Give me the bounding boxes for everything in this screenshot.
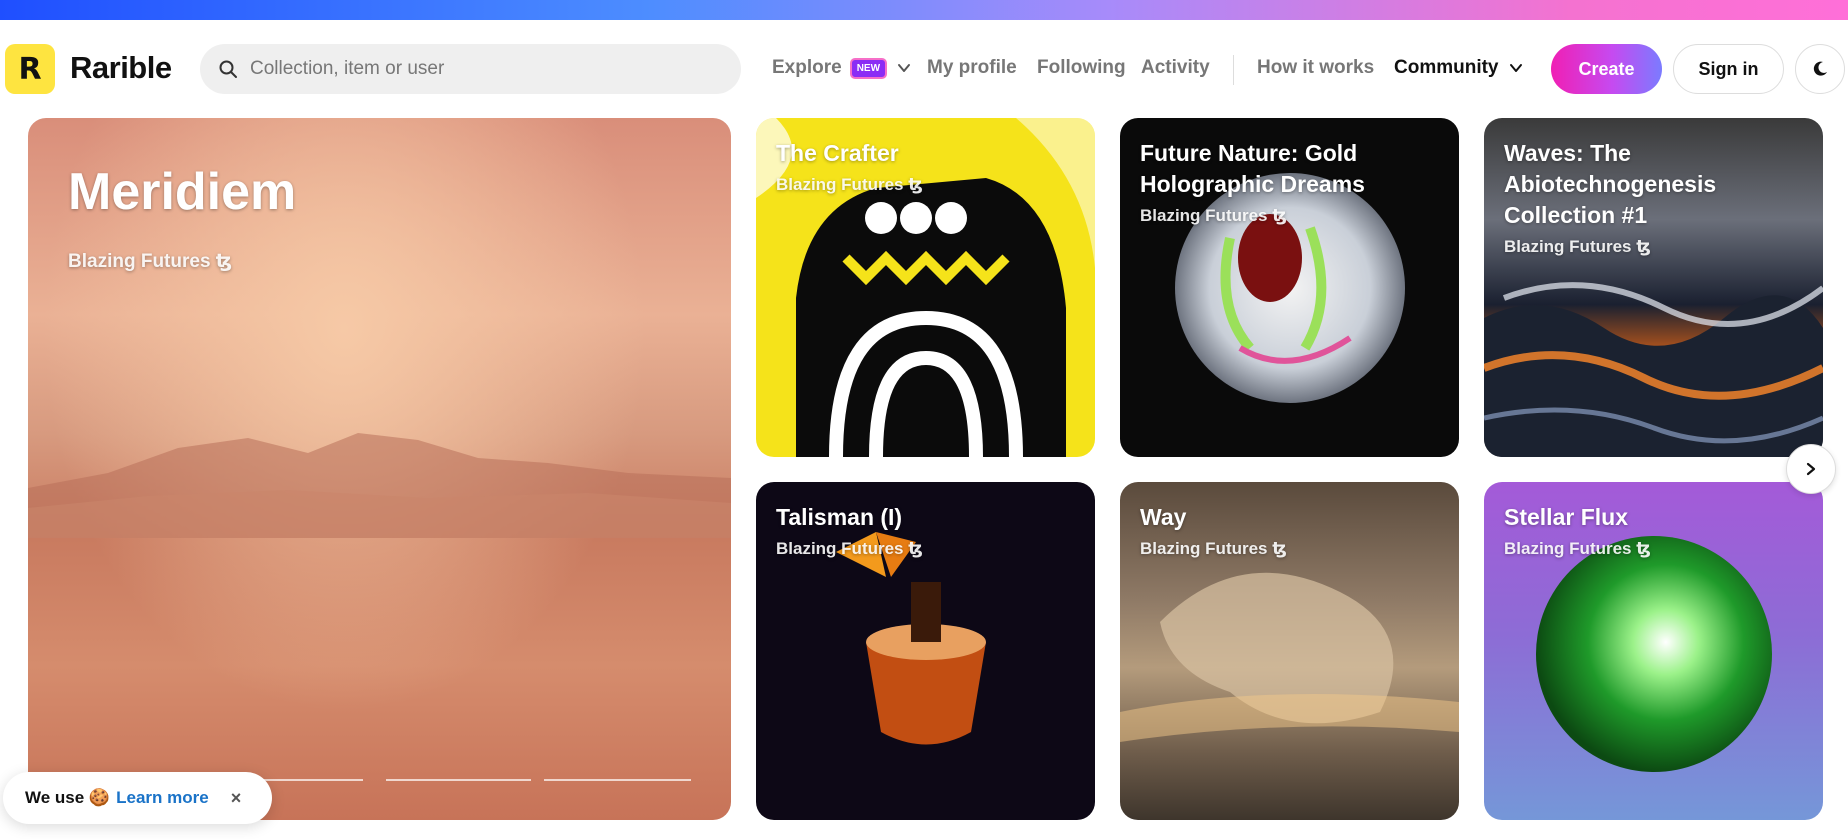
nav-explore-label: Explore [772,57,842,78]
nft-card[interactable]: Waves: The Abiotechnogenesis Collection … [1484,118,1823,457]
nft-card[interactable]: The Crafter Blazing Futures ꜩ [756,118,1095,457]
card-creator: Blazing Futures ꜩ [776,175,923,194]
card-title: Talisman (I) [776,504,903,530]
card-creator: Blazing Futures ꜩ [1504,539,1651,558]
card-info: Waves: The Abiotechnogenesis Collection … [1504,138,1734,262]
card-title: Stellar Flux [1504,504,1628,530]
nft-card[interactable]: Future Nature: Gold Holographic Dreams B… [1120,118,1459,457]
new-badge: NEW [849,57,888,79]
moon-icon [1813,61,1827,76]
cookie-banner: We use 🍪 Learn more × [3,772,272,824]
nav-divider [1233,55,1234,85]
nav-my-profile[interactable]: My profile [927,57,1017,79]
nav-explore[interactable]: Explore NEW [772,57,911,79]
carousel-next-button[interactable] [1786,444,1836,494]
search-input[interactable] [250,58,730,80]
chevron-right-icon [1806,462,1816,476]
nav-how-it-works[interactable]: How it works [1257,57,1374,79]
card-info: Talisman (I) Blazing Futures ꜩ [776,502,923,564]
close-icon[interactable]: × [231,788,242,809]
card-title: Waves: The Abiotechnogenesis Collection … [1504,140,1717,228]
chevron-down-icon [1509,64,1522,72]
chevron-down-icon [898,64,911,72]
nft-card[interactable]: Talisman (I) Blazing Futures ꜩ [756,482,1095,820]
card-title: Way [1140,504,1187,530]
carousel-progress-2[interactable] [386,779,531,781]
featured-info: Meridiem Blazing Futures ꜩ [68,162,296,292]
search-icon [219,60,237,78]
nav-community[interactable]: Community [1394,57,1523,79]
nav-activity[interactable]: Activity [1141,57,1210,79]
rarible-logo[interactable]: R [5,44,55,94]
header: R Rarible Explore NEW My profile Followi… [0,20,1848,118]
desert-artwork [28,433,731,538]
top-gradient-bar [0,0,1848,20]
featured-title: Meridiem [68,163,297,221]
card-info: Stellar Flux Blazing Futures ꜩ [1504,502,1651,564]
brand-name[interactable]: Rarible [70,50,172,86]
card-info: The Crafter Blazing Futures ꜩ [776,138,923,200]
logo-letter: R [18,51,42,87]
nft-card[interactable]: Way Blazing Futures ꜩ [1120,482,1459,820]
card-title: The Crafter [776,140,899,166]
nft-card[interactable]: Stellar Flux Blazing Futures ꜩ [1484,482,1823,820]
card-title: Future Nature: Gold Holographic Dreams [1140,140,1365,197]
learn-more-link[interactable]: Learn more [116,788,209,808]
sign-in-button[interactable]: Sign in [1673,44,1784,94]
cookie-text: We use 🍪 [25,788,111,807]
card-creator: Blazing Futures ꜩ [1140,206,1287,225]
theme-toggle-button[interactable] [1795,44,1845,94]
create-button[interactable]: Create [1551,44,1662,94]
carousel-progress-3[interactable] [544,779,691,781]
card-info: Way Blazing Futures ꜩ [1140,502,1287,564]
search-bar[interactable] [200,44,741,94]
card-info: Future Nature: Gold Holographic Dreams B… [1140,138,1440,231]
card-creator: Blazing Futures ꜩ [1140,539,1287,558]
nav-community-label: Community [1394,57,1499,78]
card-creator: Blazing Futures ꜩ [1504,237,1651,256]
nav-following[interactable]: Following [1037,57,1126,79]
featured-card[interactable]: Meridiem Blazing Futures ꜩ [28,118,731,820]
card-creator: Blazing Futures ꜩ [776,539,923,558]
featured-creator: Blazing Futures ꜩ [68,251,233,272]
